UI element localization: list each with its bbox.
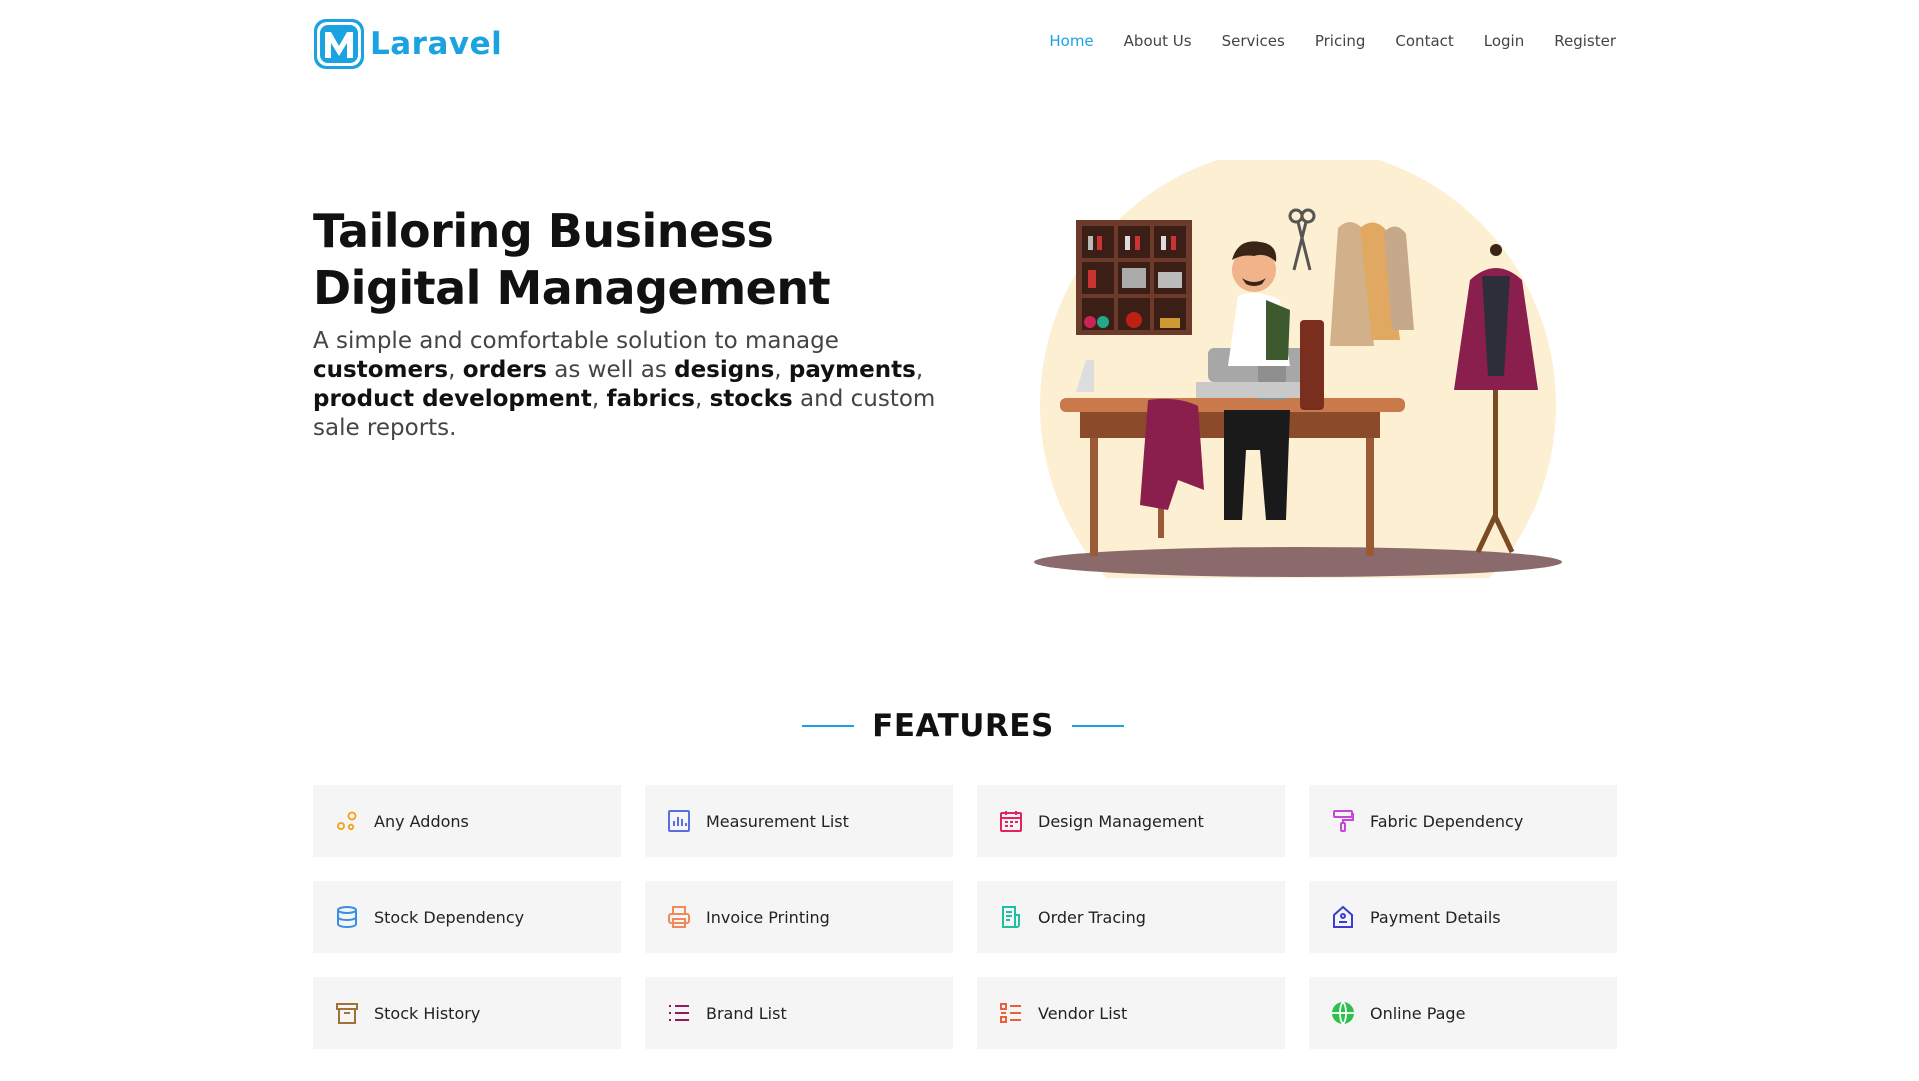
- database-icon: [334, 904, 360, 930]
- feature-label: Stock History: [374, 1003, 481, 1023]
- main-nav: Home About Us Services Pricing Contact L…: [1049, 32, 1616, 50]
- feature-order-tracing[interactable]: Order Tracing: [977, 881, 1285, 953]
- heading-divider-right: [1071, 725, 1124, 727]
- bar-chart-icon: [666, 808, 692, 834]
- list-icon: [666, 1000, 692, 1026]
- feature-label: Measurement List: [706, 811, 849, 831]
- feature-stock-history[interactable]: Stock History: [313, 977, 621, 1049]
- nav-services[interactable]: Services: [1222, 32, 1285, 50]
- feature-online-page[interactable]: Online Page: [1309, 977, 1617, 1049]
- features-grid: Any Addons Measurement List Design Manag…: [313, 785, 1617, 1049]
- feature-label: Stock Dependency: [374, 907, 525, 927]
- feature-label: Payment Details: [1370, 907, 1501, 927]
- heading-divider-left: [802, 725, 855, 727]
- brand-name: Laravel: [370, 26, 503, 62]
- features-title: FEATURES: [872, 708, 1054, 744]
- feature-label: Invoice Printing: [706, 907, 830, 927]
- nav-pricing[interactable]: Pricing: [1315, 32, 1366, 50]
- nav-home[interactable]: Home: [1049, 32, 1093, 50]
- paint-roller-icon: [1330, 808, 1356, 834]
- printer-icon: [666, 904, 692, 930]
- feature-label: Vendor List: [1038, 1003, 1128, 1023]
- calendar-icon: [998, 808, 1024, 834]
- globe-icon: [1330, 1000, 1356, 1026]
- logo-icon: [314, 19, 364, 69]
- feature-label: Brand List: [706, 1003, 787, 1023]
- feature-any-addons[interactable]: Any Addons: [313, 785, 621, 857]
- addons-icon: [334, 808, 360, 834]
- features-heading: FEATURES: [0, 708, 1919, 744]
- hero-description: A simple and comfortable solution to man…: [313, 328, 936, 441]
- house-payment-icon: [1330, 904, 1356, 930]
- nav-register[interactable]: Register: [1554, 32, 1616, 50]
- feature-stock-dependency[interactable]: Stock Dependency: [313, 881, 621, 953]
- feature-label: Design Management: [1038, 811, 1204, 831]
- feature-measurement-list[interactable]: Measurement List: [645, 785, 953, 857]
- archive-icon: [334, 1000, 360, 1026]
- document-icon: [998, 904, 1024, 930]
- task-list-icon: [998, 1000, 1024, 1026]
- feature-payment-details[interactable]: Payment Details: [1309, 881, 1617, 953]
- brand-logo[interactable]: Laravel: [313, 18, 502, 70]
- tailor-illustration: [1028, 160, 1568, 580]
- feature-invoice-printing[interactable]: Invoice Printing: [645, 881, 953, 953]
- feature-design-management[interactable]: Design Management: [977, 785, 1285, 857]
- feature-label: Order Tracing: [1038, 907, 1146, 927]
- navbar: Laravel Home About Us Services Pricing C…: [0, 0, 1919, 88]
- feature-label: Online Page: [1370, 1003, 1466, 1023]
- feature-vendor-list[interactable]: Vendor List: [977, 977, 1285, 1049]
- feature-brand-list[interactable]: Brand List: [645, 977, 953, 1049]
- feature-label: Fabric Dependency: [1370, 811, 1524, 831]
- hero-title: Tailoring Business Digital Management: [313, 204, 831, 315]
- nav-contact[interactable]: Contact: [1395, 32, 1453, 50]
- nav-about-us[interactable]: About Us: [1124, 32, 1192, 50]
- feature-label: Any Addons: [374, 811, 469, 831]
- nav-login[interactable]: Login: [1484, 32, 1524, 50]
- feature-fabric-dependency[interactable]: Fabric Dependency: [1309, 785, 1617, 857]
